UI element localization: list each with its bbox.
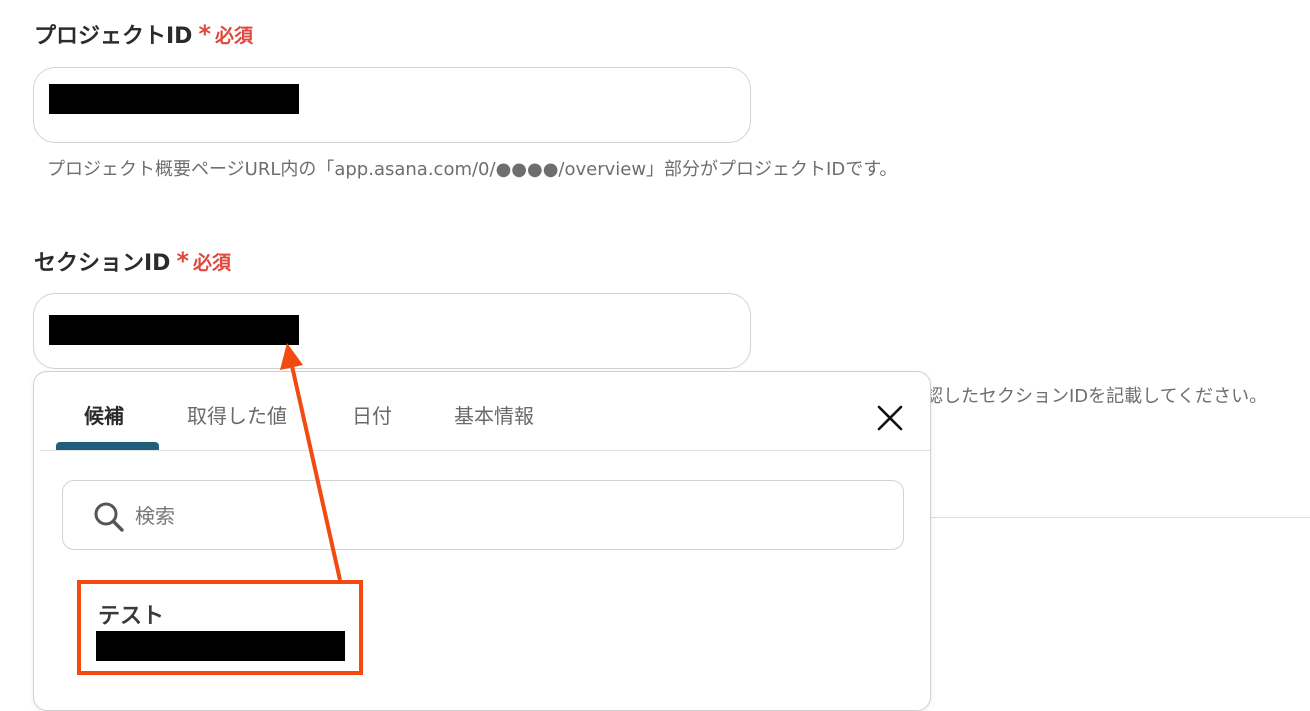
close-button[interactable] [874, 402, 906, 434]
tab-basic-info[interactable]: 基本情報 [454, 400, 534, 429]
required-text: 必須 [193, 251, 232, 274]
redacted-value [49, 84, 299, 114]
tab-date[interactable]: 日付 [352, 400, 392, 429]
tab-candidates[interactable]: 候補 [84, 400, 124, 429]
candidate-name: テスト [98, 604, 165, 629]
active-tab-indicator [56, 442, 159, 450]
tab-bar-border [40, 450, 930, 451]
section-id-help: 認したセクションIDを記載してください。 [925, 386, 1268, 407]
redacted-value [49, 315, 299, 345]
divider [930, 517, 1310, 518]
tab-acquired-values[interactable]: 取得した値 [187, 400, 287, 429]
project-id-help: プロジェクト概要ページURL内の「app.asana.com/0/●●●●/ov… [47, 159, 898, 180]
value-picker-popup: 候補 取得した値 日付 基本情報 テスト [33, 371, 931, 711]
required-text: 必須 [215, 24, 254, 47]
search-input[interactable] [133, 493, 877, 539]
section-id-label-text: セクションID [34, 251, 171, 276]
section-id-label: セクションID * 必須 [34, 245, 231, 277]
close-icon [877, 405, 903, 431]
project-id-label-text: プロジェクトID [34, 24, 193, 49]
required-asterisk: * [198, 20, 212, 48]
project-id-label: プロジェクトID * 必須 [34, 18, 253, 50]
redacted-value [96, 631, 345, 661]
search-icon [94, 502, 124, 532]
search-box[interactable] [62, 480, 904, 550]
candidate-item[interactable]: テスト [94, 598, 354, 678]
required-asterisk: * [176, 247, 190, 275]
section-id-input[interactable] [33, 293, 751, 369]
project-id-input[interactable] [33, 67, 751, 143]
